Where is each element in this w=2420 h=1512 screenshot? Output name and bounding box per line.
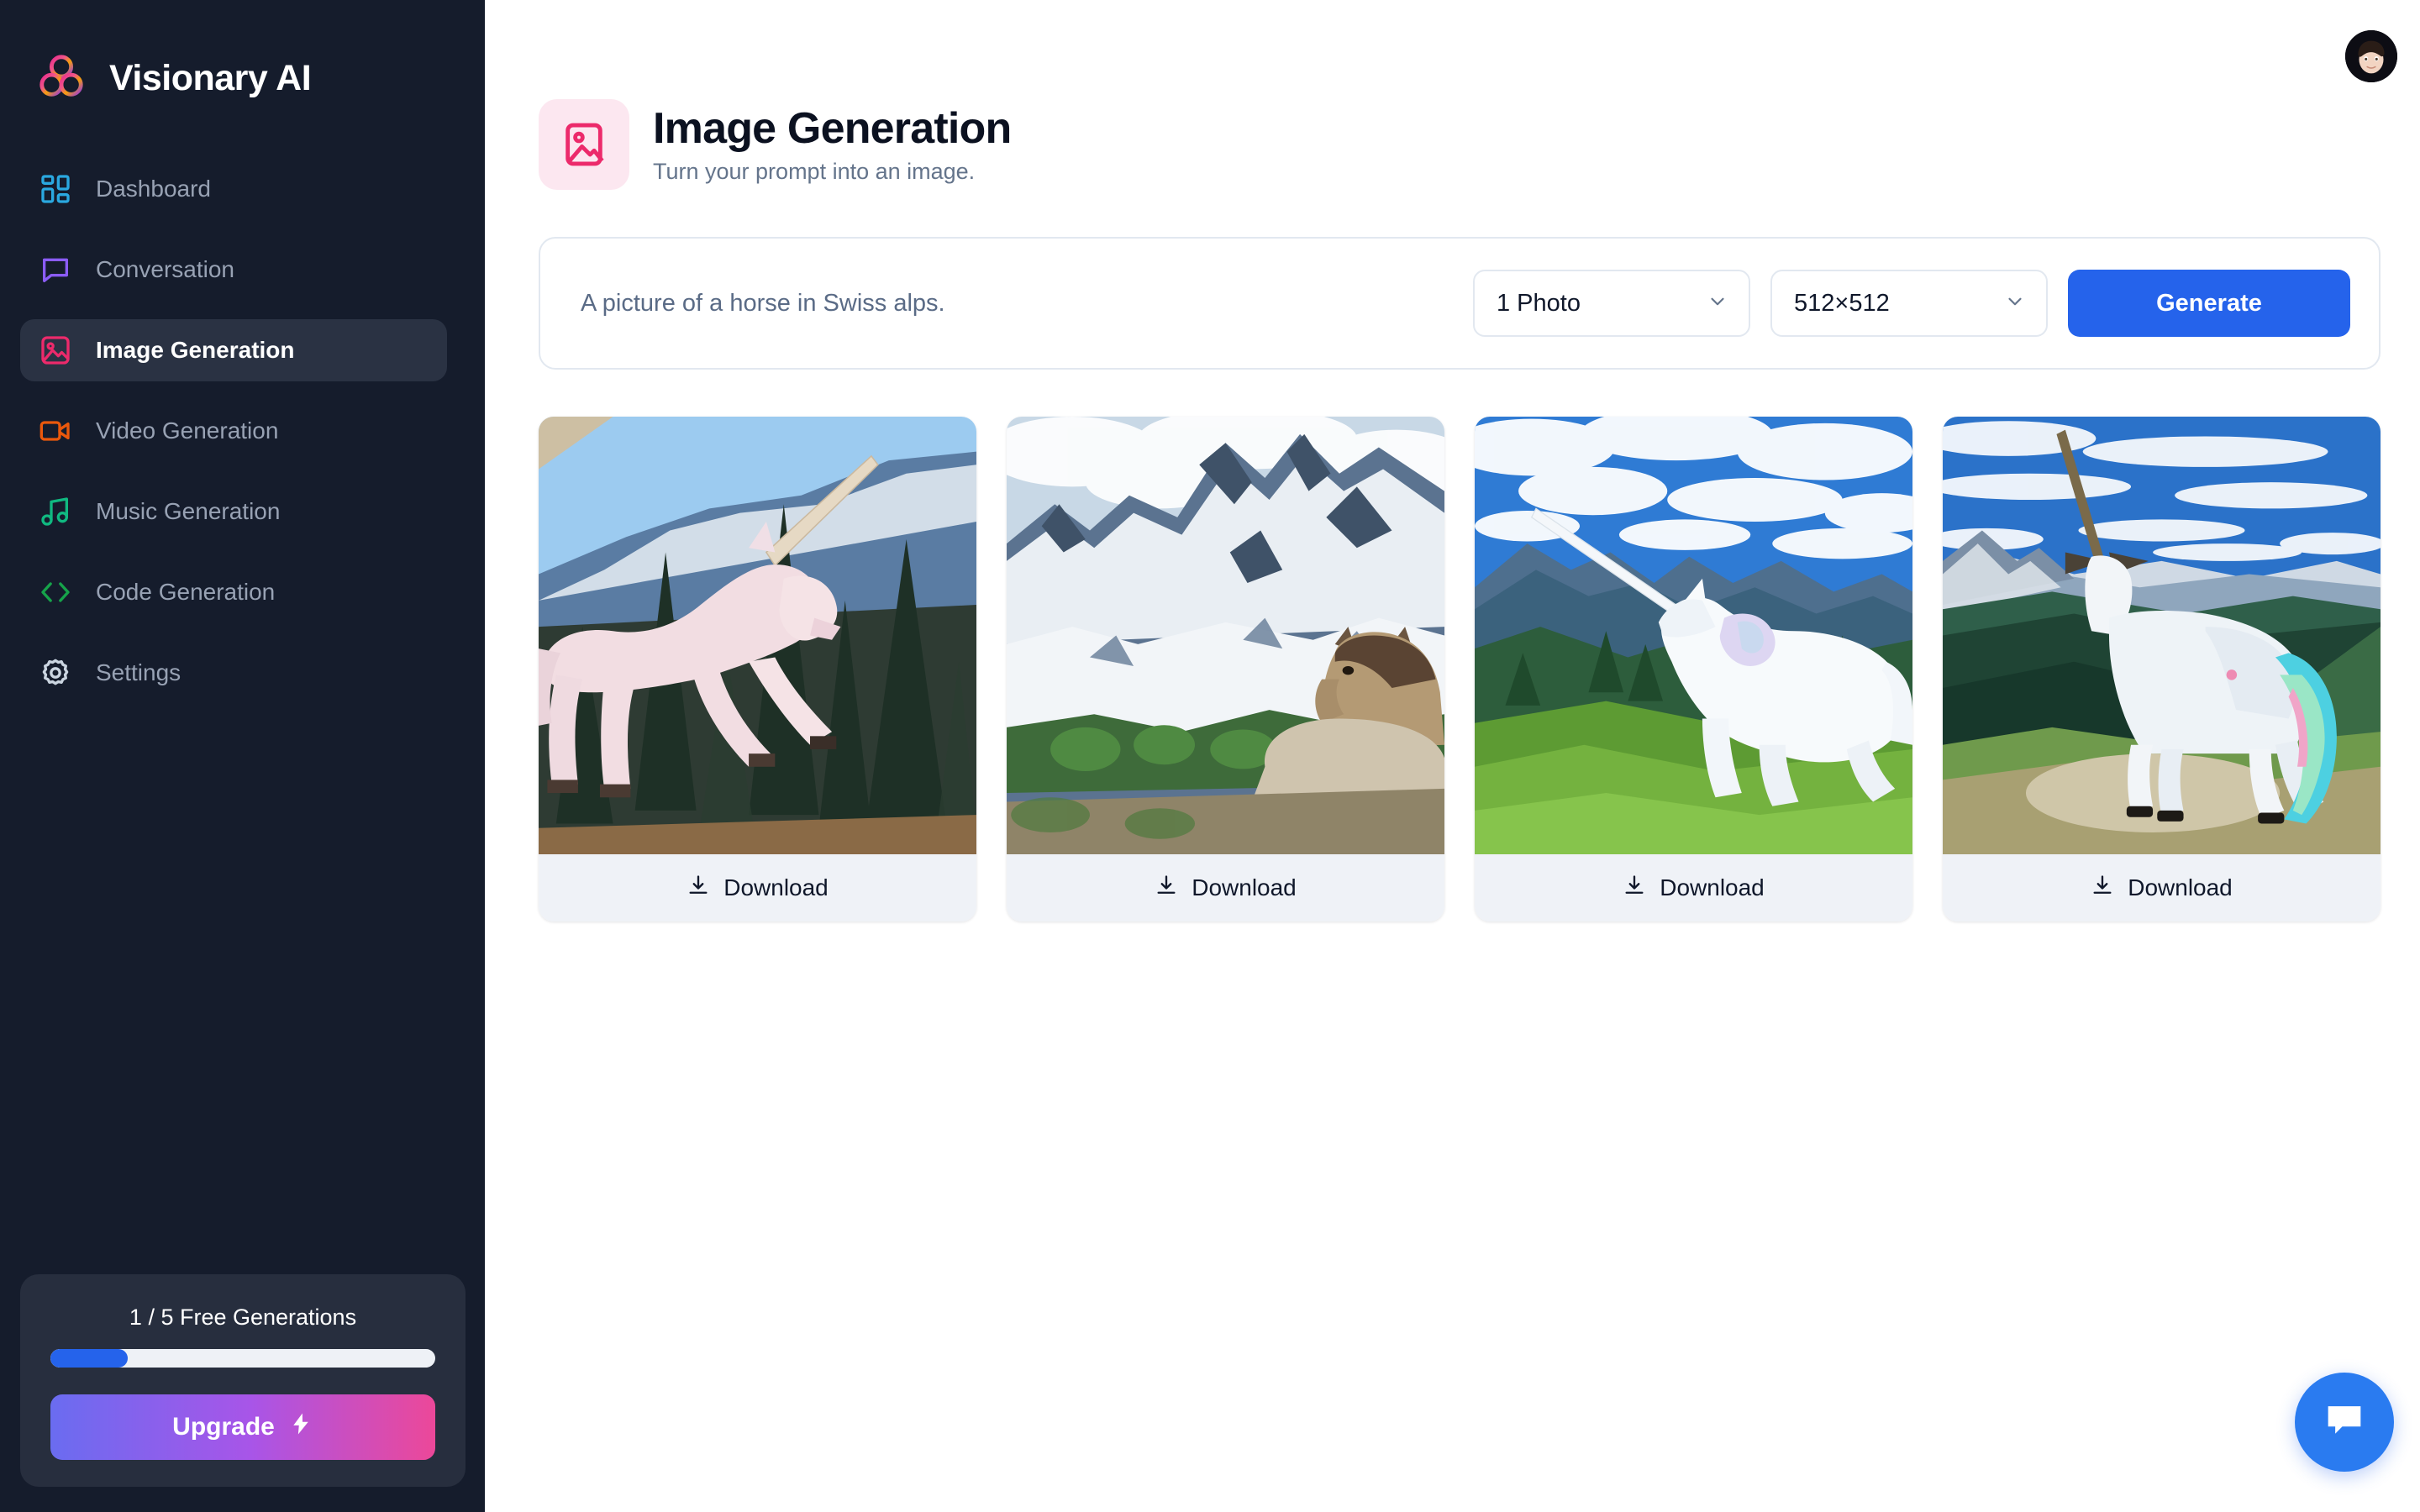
sidebar-item-label: Dashboard	[96, 176, 211, 202]
sidebar-item-dashboard[interactable]: Dashboard	[20, 158, 447, 220]
prompt-input[interactable]	[581, 289, 1453, 318]
image-icon	[539, 99, 629, 190]
brand-name: Visionary AI	[109, 57, 312, 98]
photo-count-select[interactable]: 1 Photo	[1473, 270, 1750, 337]
free-generations-label: 1 / 5 Free Generations	[129, 1305, 357, 1330]
upgrade-button-label: Upgrade	[172, 1413, 275, 1441]
sidebar-item-label: Music Generation	[96, 498, 281, 524]
chevron-down-icon	[2004, 291, 2026, 317]
sidebar-item-label: Conversation	[96, 256, 234, 282]
page-header: Image Generation Turn your prompt into a…	[539, 0, 2381, 190]
download-icon	[1623, 874, 1646, 903]
generated-image[interactable]	[1007, 417, 1444, 854]
sidebar-item-label: Image Generation	[96, 337, 295, 363]
download-button-label: Download	[2128, 874, 2233, 900]
photo-count-value: 1 Photo	[1497, 289, 1581, 317]
upgrade-button[interactable]: Upgrade	[50, 1394, 435, 1460]
download-button-label: Download	[1660, 874, 1765, 900]
user-avatar[interactable]	[2345, 30, 2397, 82]
image-size-select[interactable]: 512×512	[1770, 270, 2048, 337]
sidebar-item-code-generation[interactable]: Code Generation	[20, 561, 447, 623]
page-subtitle: Turn your prompt into an image.	[653, 158, 976, 184]
chat-bubble-icon	[2320, 1396, 2369, 1449]
sidebar-item-image-generation[interactable]: Image Generation	[20, 319, 447, 381]
download-button[interactable]: Download	[1007, 854, 1444, 921]
app-root: Visionary AI Dashboard Conversation Imag…	[0, 0, 2420, 1512]
result-card: Download	[1475, 417, 1912, 921]
download-button-label: Download	[723, 874, 829, 900]
prompt-bar: 1 Photo 512×512 Generate	[539, 237, 2381, 370]
generate-button[interactable]: Generate	[2068, 270, 2350, 337]
image-size-value: 512×512	[1794, 289, 1890, 317]
code-icon	[39, 575, 72, 609]
download-icon	[687, 874, 710, 903]
sidebar-item-label: Settings	[96, 659, 182, 685]
progress-fill	[50, 1349, 128, 1368]
gear-icon	[39, 656, 72, 690]
chat-widget-button[interactable]	[2295, 1373, 2394, 1472]
download-icon	[2091, 874, 2114, 903]
sidebar-item-settings[interactable]: Settings	[20, 642, 447, 704]
sidebar: Visionary AI Dashboard Conversation Imag…	[0, 0, 485, 1512]
sidebar-item-label: Code Generation	[96, 579, 276, 605]
download-button[interactable]: Download	[1475, 854, 1912, 921]
lightning-bolt-icon	[288, 1410, 313, 1445]
download-button-label: Download	[1192, 874, 1297, 900]
download-icon	[1155, 874, 1178, 903]
sidebar-item-label: Video Generation	[96, 417, 279, 444]
free-generations-progress	[50, 1349, 435, 1368]
upgrade-panel: 1 / 5 Free Generations Upgrade	[20, 1274, 466, 1487]
download-button[interactable]: Download	[539, 854, 976, 921]
music-note-icon	[39, 495, 72, 528]
chevron-down-icon	[1707, 291, 1728, 317]
download-button[interactable]: Download	[1943, 854, 2381, 921]
grid-icon	[39, 172, 72, 206]
brand: Visionary AI	[0, 0, 485, 118]
result-card: Download	[1007, 417, 1444, 921]
chat-bubble-icon	[39, 253, 72, 286]
video-icon	[39, 414, 72, 448]
sidebar-item-video-generation[interactable]: Video Generation	[20, 400, 447, 462]
sidebar-nav: Dashboard Conversation Image Generation …	[0, 158, 485, 722]
page-title-block: Image Generation Turn your prompt into a…	[653, 104, 1012, 184]
result-card: Download	[539, 417, 976, 921]
generated-image[interactable]	[1943, 417, 2381, 854]
generated-image[interactable]	[539, 417, 976, 854]
image-icon	[39, 333, 72, 367]
main-content: Image Generation Turn your prompt into a…	[485, 0, 2420, 1512]
generated-image[interactable]	[1475, 417, 1912, 854]
sidebar-item-music-generation[interactable]: Music Generation	[20, 480, 447, 543]
results-grid: Download Download Download Download	[539, 417, 2381, 921]
result-card: Download	[1943, 417, 2381, 921]
sidebar-item-conversation[interactable]: Conversation	[20, 239, 447, 301]
page-title: Image Generation	[653, 104, 1012, 154]
trefoil-logo-icon	[35, 52, 87, 104]
